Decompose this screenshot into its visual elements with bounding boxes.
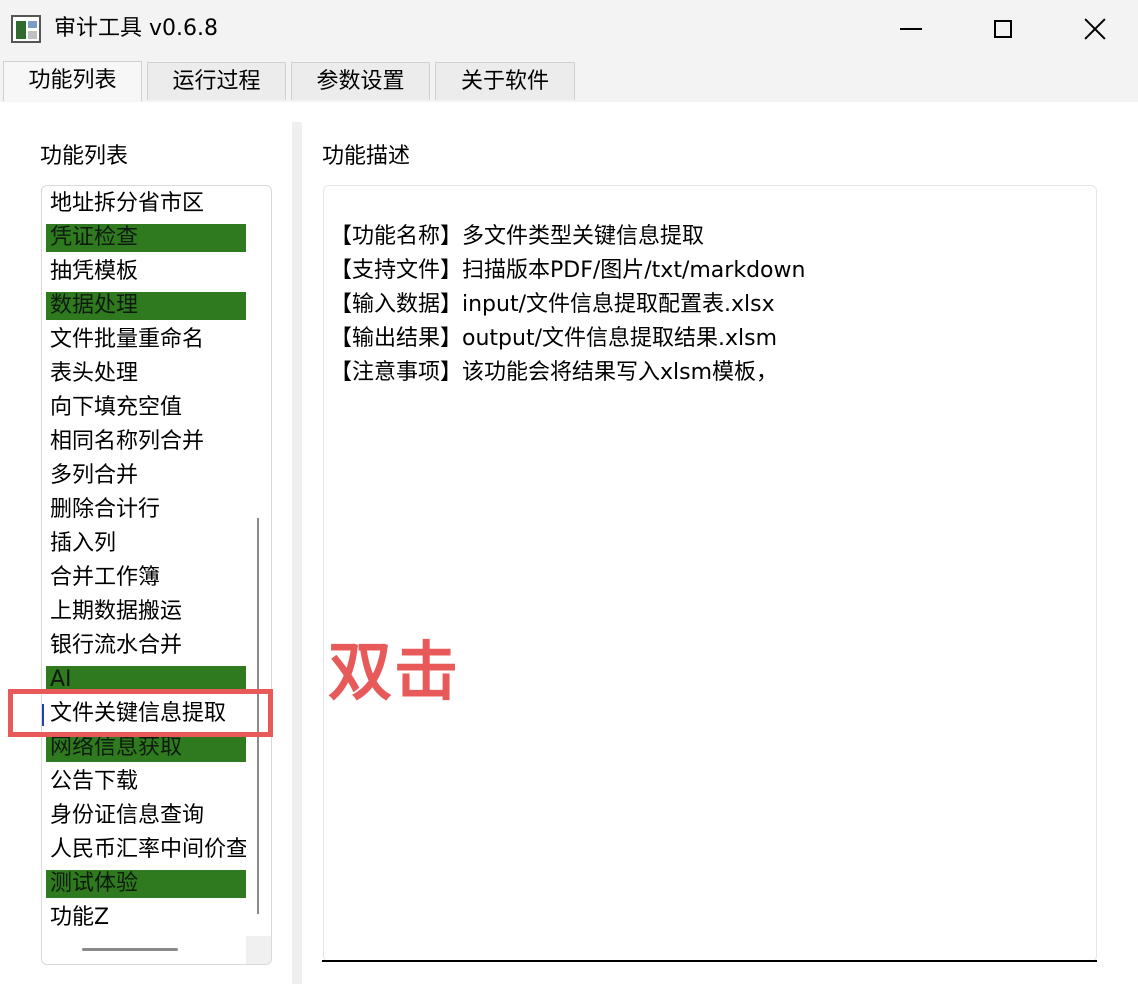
close-button[interactable]	[1068, 6, 1122, 52]
tab-function-list[interactable]: 功能列表	[3, 61, 142, 101]
list-category[interactable]: 凭证检查	[46, 224, 246, 252]
close-icon	[1084, 18, 1106, 40]
list-item[interactable]: 身份证信息查询	[46, 802, 246, 830]
list-item[interactable]: 文件批量重命名	[46, 326, 246, 354]
function-list-label: 功能列表	[40, 144, 129, 169]
list-item[interactable]: 银行流水合并	[46, 632, 246, 660]
tab-about-software[interactable]: 关于软件	[435, 62, 575, 100]
list-item[interactable]: 相同名称列合并	[46, 428, 246, 456]
list-item[interactable]: 多列合并	[46, 462, 246, 490]
text-caret	[42, 704, 44, 726]
panel-splitter[interactable]	[292, 122, 302, 984]
horizontal-scrollbar[interactable]	[82, 948, 178, 951]
list-item[interactable]: 插入列	[46, 530, 246, 558]
minimize-icon	[900, 28, 922, 30]
title-bar: 审计工具 v0.6.8	[0, 0, 1138, 60]
list-item[interactable]: 删除合计行	[46, 496, 246, 524]
tab-run-process[interactable]: 运行过程	[147, 62, 286, 100]
maximize-button[interactable]	[976, 6, 1030, 52]
window-title: 审计工具 v0.6.8	[54, 16, 218, 41]
list-item[interactable]: 功能Z	[46, 904, 246, 932]
function-listbox[interactable]: 地址拆分省市区 凭证检查 抽凭模板 数据处理 文件批量重命名 表头处理 向下填充…	[41, 185, 272, 965]
app-icon	[11, 15, 41, 43]
list-category[interactable]: 测试体验	[46, 870, 246, 898]
description-line: 【输入数据】input/文件信息提取配置表.xlsx	[330, 292, 775, 317]
list-item[interactable]: 合并工作簿	[46, 564, 246, 592]
minimize-button[interactable]	[884, 6, 938, 52]
description-line: 【输出结果】output/文件信息提取结果.xlsm	[330, 326, 777, 351]
list-category[interactable]: 数据处理	[46, 292, 246, 320]
description-line: 【注意事项】该功能会将结果写入xlsm模板，	[330, 360, 779, 385]
double-click-annotation: 双击	[328, 636, 460, 710]
list-item[interactable]: 上期数据搬运	[46, 598, 246, 626]
function-description-label: 功能描述	[322, 144, 411, 169]
tab-parameter-settings[interactable]: 参数设置	[291, 62, 430, 100]
list-item[interactable]: 人民币汇率中间价查询	[46, 836, 246, 864]
list-item[interactable]: 公告下载	[46, 768, 246, 796]
list-category[interactable]: 网络信息获取	[46, 734, 246, 762]
scrollbar-corner	[246, 936, 271, 964]
highlight-box	[8, 689, 273, 737]
maximize-icon	[994, 20, 1012, 38]
list-item[interactable]: 抽凭模板	[46, 258, 246, 286]
description-line: 【功能名称】多文件类型关键信息提取	[330, 224, 705, 249]
list-item[interactable]: 向下填充空值	[46, 394, 246, 422]
list-item[interactable]: 表头处理	[46, 360, 246, 388]
description-line: 【支持文件】扫描版本PDF/图片/txt/markdown	[330, 258, 806, 283]
tab-content: 功能列表 地址拆分省市区 凭证检查 抽凭模板 数据处理 文件批量重命名 表头处理…	[0, 102, 1138, 1006]
description-underline	[322, 960, 1097, 962]
list-item[interactable]: 地址拆分省市区	[46, 190, 246, 218]
